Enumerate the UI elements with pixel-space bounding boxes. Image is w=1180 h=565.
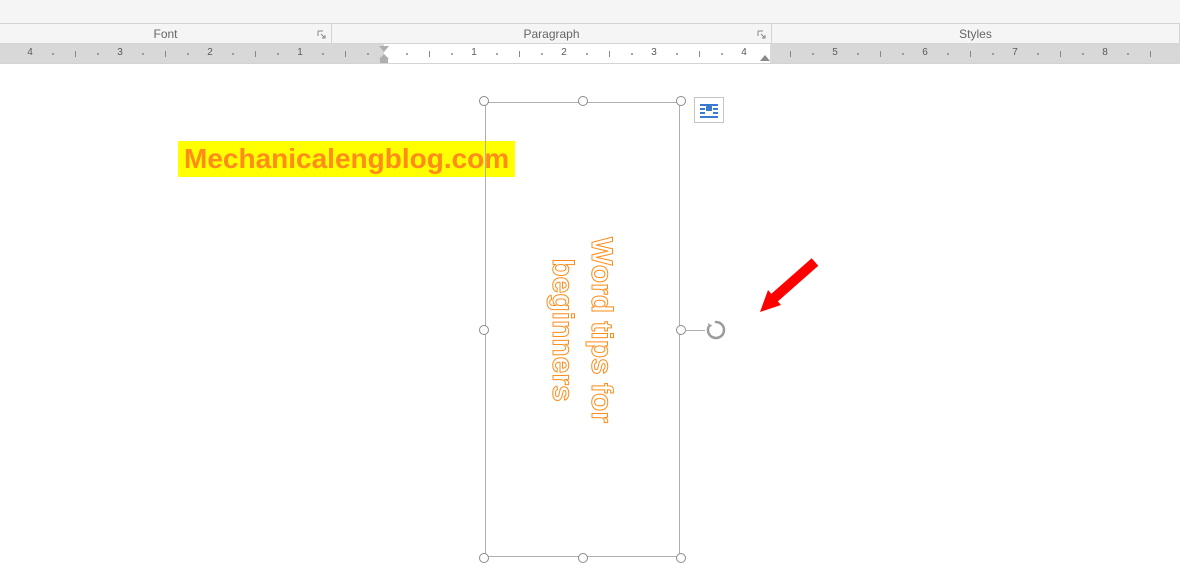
resize-handle-bottom-middle[interactable] [578, 553, 588, 563]
rotation-handle-icon[interactable] [704, 318, 728, 342]
ribbon-group-styles-label: Styles [959, 27, 992, 41]
ruler-number: 5 [832, 47, 838, 58]
layout-options-icon [699, 102, 719, 118]
textbox-border[interactable]: Word tips for beginners [485, 102, 680, 557]
ribbon-group-labels: Font Paragraph Styles [0, 24, 1180, 44]
ribbon-group-styles: Styles [772, 24, 1180, 43]
ribbon-group-paragraph: Paragraph [332, 24, 772, 43]
ruler-number: 4 [27, 47, 33, 58]
hanging-indent-icon[interactable] [379, 54, 389, 63]
rotation-connector [685, 330, 705, 331]
resize-handle-top-right[interactable] [676, 96, 686, 106]
ribbon-group-font: Font [0, 24, 332, 43]
watermark-text: Mechanicalengblog.com [178, 141, 515, 177]
ribbon-group-font-label: Font [153, 27, 177, 41]
ruler-number: 7 [1012, 47, 1018, 58]
textbox-rotated-text[interactable]: Word tips for beginners [544, 236, 622, 422]
first-line-indent-icon[interactable] [379, 46, 389, 52]
font-dialog-launcher-icon[interactable] [316, 29, 328, 41]
ruler-number: 1 [471, 47, 477, 58]
ruler-number: 3 [651, 47, 657, 58]
ruler-number: 4 [741, 47, 747, 58]
ruler-number: 1 [297, 47, 303, 58]
resize-handle-top-left[interactable] [479, 96, 489, 106]
ruler-number: 8 [1102, 47, 1108, 58]
right-indent-icon[interactable] [760, 55, 770, 61]
layout-options-button[interactable] [694, 97, 724, 123]
selected-textbox[interactable]: Word tips for beginners [485, 102, 680, 557]
resize-handle-middle-left[interactable] [479, 325, 489, 335]
ribbon-toolbar-partial [0, 0, 1180, 24]
ruler-number: 3 [117, 47, 123, 58]
ruler-active-area: 1 2 3 4 [384, 44, 770, 63]
annotation-arrow-icon [755, 257, 825, 317]
ruler-right-margin: 5 6 7 8 [770, 44, 1180, 63]
horizontal-ruler[interactable]: 4 3 2 1 1 2 3 4 [0, 44, 1180, 64]
ruler-number: 2 [207, 47, 213, 58]
ruler-track: 4 3 2 1 1 2 3 4 [0, 44, 1180, 63]
ruler-number: 6 [922, 47, 928, 58]
document-canvas[interactable]: Mechanicalengblog.com Word tips for begi… [0, 64, 1180, 565]
resize-handle-bottom-left[interactable] [479, 553, 489, 563]
ribbon-group-paragraph-label: Paragraph [523, 27, 579, 41]
ruler-number: 2 [561, 47, 567, 58]
textbox-line1: Word tips for [586, 236, 619, 422]
resize-handle-top-middle[interactable] [578, 96, 588, 106]
textbox-line2: beginners [547, 258, 580, 401]
ruler-left-margin: 4 3 2 1 [0, 44, 384, 63]
paragraph-dialog-launcher-icon[interactable] [756, 29, 768, 41]
resize-handle-bottom-right[interactable] [676, 553, 686, 563]
